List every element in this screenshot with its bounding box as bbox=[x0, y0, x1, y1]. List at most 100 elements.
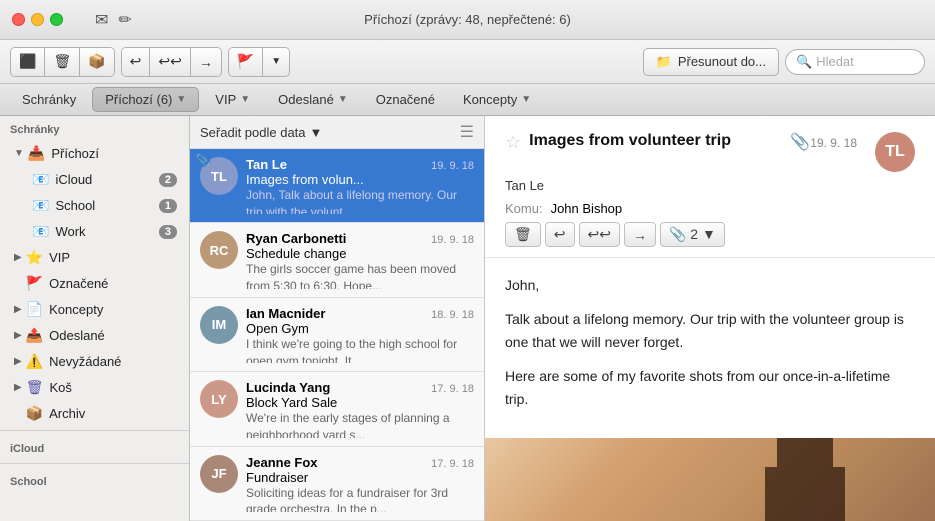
msg-header: Lucinda Yang 17. 9. 18 bbox=[246, 380, 474, 395]
tab-prichozi[interactable]: Příchozí (6) ▼ bbox=[92, 87, 199, 112]
archive-button[interactable]: ⬛ bbox=[11, 48, 45, 76]
tab-prichozi-label: Příchozí (6) bbox=[105, 92, 172, 107]
sidebar-item-work[interactable]: 📧 Work 3 bbox=[4, 219, 185, 244]
msg-date: 19. 9. 18 bbox=[431, 160, 474, 172]
tab-odeslane-arrow: ▼ bbox=[338, 94, 348, 105]
icloud-label: iCloud bbox=[55, 172, 158, 187]
forward-button[interactable]: → bbox=[191, 48, 221, 76]
message-item[interactable]: TL 📎 Tan Le 19. 9. 18 Images from volun.… bbox=[190, 149, 484, 223]
msg-content: Lucinda Yang 17. 9. 18 Block Yard Sale W… bbox=[246, 380, 474, 437]
titlebar-action-icons: ✉ ✏ bbox=[79, 10, 132, 30]
msg-preview: John, Talk about a lifelong memory. Our … bbox=[246, 187, 474, 214]
inbox-icon: 📥 bbox=[28, 145, 45, 162]
avatar: RC bbox=[200, 231, 238, 269]
detail-body2: Here are some of my favorite shots from … bbox=[505, 365, 915, 410]
tab-vip[interactable]: VIP ▼ bbox=[203, 88, 262, 111]
tab-prichozi-arrow: ▼ bbox=[176, 94, 186, 105]
move-to-button[interactable]: 📁 Přesunout do... bbox=[643, 48, 779, 76]
detail-actions: 🗑 ↩ ↩↩ → 📎 2 ▼ bbox=[505, 222, 915, 247]
msg-content: Tan Le 19. 9. 18 Images from volun... Jo… bbox=[246, 157, 474, 214]
detail-reply-all-button[interactable]: ↩↩ bbox=[579, 222, 620, 247]
avatar-initials: LY bbox=[211, 392, 226, 407]
msg-subject: Open Gym bbox=[246, 321, 474, 336]
sidebar-icloud-section-header: iCloud bbox=[0, 435, 189, 459]
edit-icon[interactable]: ✏ bbox=[118, 10, 131, 30]
minimize-button[interactable] bbox=[31, 13, 44, 26]
detail-body1: Talk about a lifelong memory. Our trip w… bbox=[505, 308, 915, 353]
sidebar-item-school[interactable]: 📧 School 1 bbox=[4, 193, 185, 218]
image-silhouette bbox=[765, 438, 845, 521]
message-item[interactable]: JF Jeanne Fox 17. 9. 18 Fundraiser Solic… bbox=[190, 447, 484, 521]
sidebar-item-kos[interactable]: ▶ 🗑 Koš bbox=[4, 375, 185, 400]
sidebar-item-odeslane[interactable]: ▶ 📤 Odeslané bbox=[4, 323, 185, 348]
work-label: Work bbox=[55, 224, 158, 239]
msg-name: Jeanne Fox bbox=[246, 455, 318, 470]
tab-vip-label: VIP bbox=[215, 92, 236, 107]
msg-preview: We're in the early stages of planning a … bbox=[246, 410, 474, 437]
sidebar-item-vip[interactable]: ▶ ⭐ VIP bbox=[4, 245, 185, 270]
sidebar-item-icloud[interactable]: 📧 iCloud 2 bbox=[4, 167, 185, 192]
detail-forward-button[interactable]: → bbox=[624, 222, 656, 247]
close-button[interactable] bbox=[12, 13, 25, 26]
compose-icon[interactable]: ✉ bbox=[95, 10, 108, 30]
fullscreen-button[interactable] bbox=[50, 13, 63, 26]
trash-icon: 🗑 bbox=[26, 379, 44, 396]
detail-greeting: John, bbox=[505, 274, 915, 296]
reply-all-button[interactable]: ↩↩ bbox=[150, 48, 190, 76]
flag-button[interactable]: 🚩 bbox=[229, 48, 263, 76]
tab-koncepty[interactable]: Koncepty ▼ bbox=[451, 88, 543, 111]
search-box[interactable]: 🔍 Hledat bbox=[785, 49, 925, 75]
koncepty-expand-arrow: ▶ bbox=[14, 304, 22, 315]
detail-avatar-initials: TL bbox=[885, 143, 905, 161]
msg-date: 17. 9. 18 bbox=[431, 458, 474, 470]
detail-header: ☆ Images from volunteer trip 📎 19. 9. 18… bbox=[485, 116, 935, 258]
delete-button[interactable]: 🗑 bbox=[45, 48, 80, 76]
sidebar-item-archiv[interactable]: ▶ 📦 Archiv bbox=[4, 401, 185, 426]
detail-delete-button[interactable]: 🗑 bbox=[505, 222, 541, 247]
flag-dropdown[interactable]: ▼ bbox=[263, 48, 289, 76]
work-inbox-icon: 📧 bbox=[32, 223, 49, 240]
tab-odeslane[interactable]: Odeslané ▼ bbox=[266, 88, 360, 111]
tab-koncepty-label: Koncepty bbox=[463, 92, 517, 107]
prichozi-label: Příchozí bbox=[51, 146, 177, 161]
detail-body: John, Talk about a lifelong memory. Our … bbox=[485, 258, 935, 438]
star-button[interactable]: ☆ bbox=[505, 132, 521, 153]
list-view-icon[interactable]: ☰ bbox=[460, 122, 474, 142]
message-item[interactable]: LY Lucinda Yang 17. 9. 18 Block Yard Sal… bbox=[190, 372, 484, 446]
tab-vip-arrow: ▼ bbox=[240, 94, 250, 105]
main-content: Schránky ▼ 📥 Příchozí 📧 iCloud 2 📧 Schoo… bbox=[0, 116, 935, 521]
traffic-lights bbox=[0, 13, 63, 26]
icloud-inbox-icon: 📧 bbox=[32, 171, 49, 188]
detail-attachment-button[interactable]: 📎 2 ▼ bbox=[660, 222, 725, 247]
vip-label: VIP bbox=[49, 250, 177, 265]
msg-subject: Block Yard Sale bbox=[246, 395, 474, 410]
sort-button[interactable]: Seřadit podle data ▼ bbox=[200, 125, 322, 140]
message-item[interactable]: IM Ian Macnider 18. 9. 18 Open Gym I thi… bbox=[190, 298, 484, 372]
msg-subject: Schedule change bbox=[246, 246, 474, 261]
tab-oznacene[interactable]: Označené bbox=[364, 88, 447, 111]
msg-preview: The girls soccer game has been moved fro… bbox=[246, 261, 474, 288]
tab-schranky[interactable]: Schránky bbox=[10, 88, 88, 111]
junk-button[interactable]: 📦 bbox=[80, 48, 113, 76]
msg-date: 18. 9. 18 bbox=[431, 309, 474, 321]
spam-icon: ⚠️ bbox=[26, 353, 43, 370]
flag-sidebar-icon: 🚩 bbox=[26, 275, 43, 292]
sidebar-item-nevyzadane[interactable]: ▶ ⚠️ Nevyžádané bbox=[4, 349, 185, 374]
message-item[interactable]: RC Ryan Carbonetti 19. 9. 18 Schedule ch… bbox=[190, 223, 484, 297]
detail-reply-button[interactable]: ↩ bbox=[545, 222, 575, 247]
sidebar-item-prichozi[interactable]: ▼ 📥 Příchozí bbox=[4, 141, 185, 166]
detail-title-row: ☆ Images from volunteer trip 📎 19. 9. 18… bbox=[505, 132, 915, 172]
msg-header: Tan Le 19. 9. 18 bbox=[246, 157, 474, 172]
reply-button[interactable]: ↩ bbox=[122, 48, 151, 76]
vip-expand-arrow: ▶ bbox=[14, 252, 22, 263]
sidebar-icloud-section: iCloud bbox=[0, 430, 189, 459]
detail-avatar: TL bbox=[875, 132, 915, 172]
sidebar-item-koncepty[interactable]: ▶ 📄 Koncepty bbox=[4, 297, 185, 322]
sidebar-item-oznacene[interactable]: ▶ 🚩 Označené bbox=[4, 271, 185, 296]
tab-oznacene-label: Označené bbox=[376, 92, 435, 107]
reply-group: ↩ ↩↩ → bbox=[121, 47, 222, 77]
move-to-label: Přesunout do... bbox=[678, 54, 766, 69]
nevyzadane-expand-arrow: ▶ bbox=[14, 356, 22, 367]
move-folder-icon: 📁 bbox=[656, 54, 672, 70]
kos-expand-arrow: ▶ bbox=[14, 382, 22, 393]
